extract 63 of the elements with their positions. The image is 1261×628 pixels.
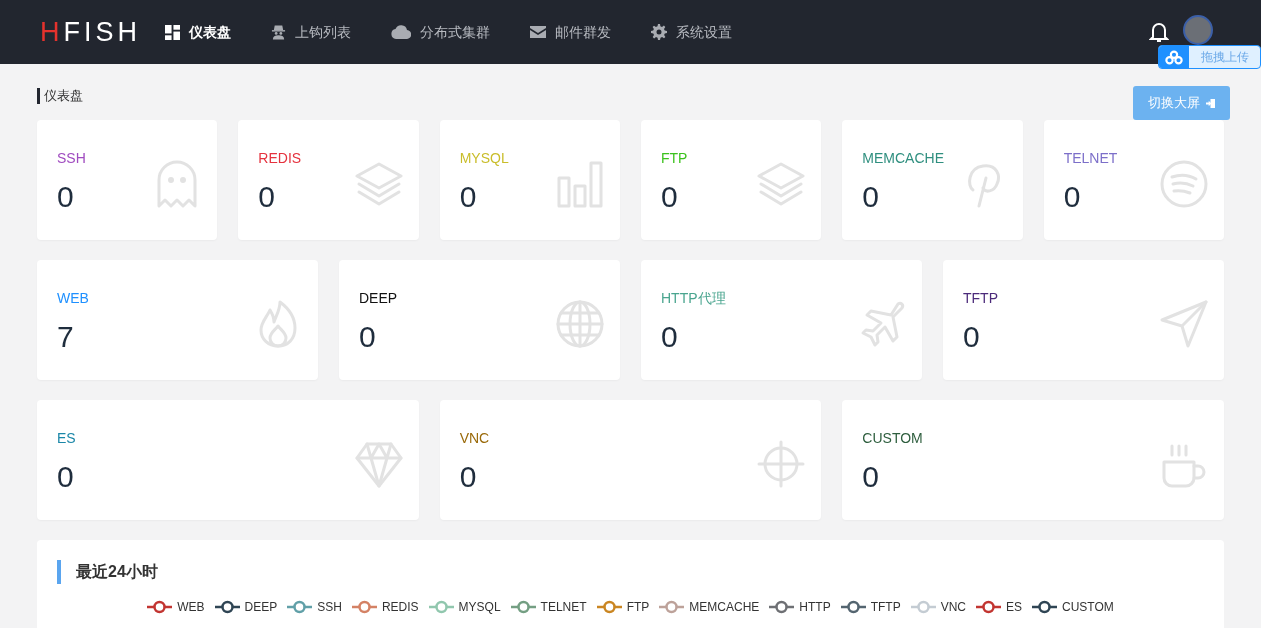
legend-item[interactable]: DEEP (214, 598, 278, 616)
stat-value: 0 (862, 179, 880, 215)
sound-waves-circle-icon (1159, 160, 1208, 208)
stat-value: 0 (963, 319, 981, 355)
stat-value: 0 (359, 319, 377, 355)
stat-value: 0 (459, 179, 478, 215)
cloud-icon (391, 25, 411, 39)
legend-item[interactable]: VNC (910, 598, 966, 616)
stat-label: MEMCACHE (862, 149, 944, 167)
stat-value: 7 (57, 319, 75, 355)
stat-label: VNC (459, 429, 490, 447)
stat-label: CUSTOM (862, 429, 923, 447)
nav-tab[interactable]: 上钩列表 (271, 21, 351, 43)
notification-bell-icon[interactable] (1149, 21, 1169, 43)
legend-item[interactable]: FTP (596, 598, 650, 616)
stat-label: ES (57, 429, 76, 447)
legend-item[interactable]: MEMCACHE (659, 598, 760, 616)
envelope-icon (530, 26, 546, 38)
stat-label: FTP (661, 149, 688, 167)
nav-tab[interactable]: 邮件群发 (530, 21, 611, 43)
stat-value: 0 (258, 179, 276, 215)
legend-item[interactable]: ES (976, 598, 1022, 616)
bar-chart-icon (556, 160, 604, 208)
crosshair-icon (757, 440, 806, 488)
stat-label: WEB (57, 289, 89, 307)
legend-item[interactable]: SSH (287, 598, 342, 616)
nav-tab[interactable]: 仪表盘 (165, 21, 231, 43)
cloud-rings-icon (1159, 46, 1189, 68)
panel-title: 最近24小时 (57, 560, 1204, 584)
spy-icon (271, 24, 286, 40)
diamond-icon (354, 440, 403, 488)
stat-value: 0 (661, 179, 679, 215)
stat-value: 0 (862, 459, 881, 495)
stat-value: 0 (1063, 179, 1082, 215)
stat-label: REDIS (258, 149, 302, 167)
stat-label: MYSQL (459, 149, 509, 167)
stat-value: 0 (459, 459, 478, 495)
stat-value: 0 (57, 459, 75, 495)
stat-label: HTTP代理 (661, 289, 726, 307)
stat-label: DEEP (359, 289, 398, 307)
globe-icon (556, 300, 604, 348)
paper-plane-icon (1160, 300, 1208, 348)
user-avatar[interactable] (1183, 15, 1213, 45)
nav-tab[interactable]: 分布式集群 (391, 21, 490, 43)
legend-item[interactable]: TFTP (840, 598, 901, 616)
stat-label: SSH (57, 149, 86, 167)
exit-door-icon (1206, 98, 1215, 108)
stacked-layers-icon (354, 160, 403, 208)
dashboard-grid-icon (165, 24, 180, 40)
legend-item[interactable]: MYSQL (428, 598, 501, 616)
stat-label: TFTP (963, 289, 998, 307)
legend-item[interactable]: WEB (147, 598, 205, 616)
stat-value: 0 (661, 319, 679, 355)
nav-tab[interactable]: 系统设置 (651, 21, 732, 43)
stacked-layers-icon (757, 160, 806, 208)
settings-icon (651, 24, 667, 40)
page-title: 仪表盘 (37, 88, 83, 104)
legend-item[interactable]: REDIS (351, 598, 419, 616)
legend-item[interactable]: TELNET (510, 598, 587, 616)
legend-item[interactable]: HTTP (769, 598, 831, 616)
stat-value: 0 (57, 179, 75, 215)
stat-label: TELNET (1063, 149, 1118, 167)
legend-item[interactable]: CUSTOM (1032, 598, 1114, 616)
